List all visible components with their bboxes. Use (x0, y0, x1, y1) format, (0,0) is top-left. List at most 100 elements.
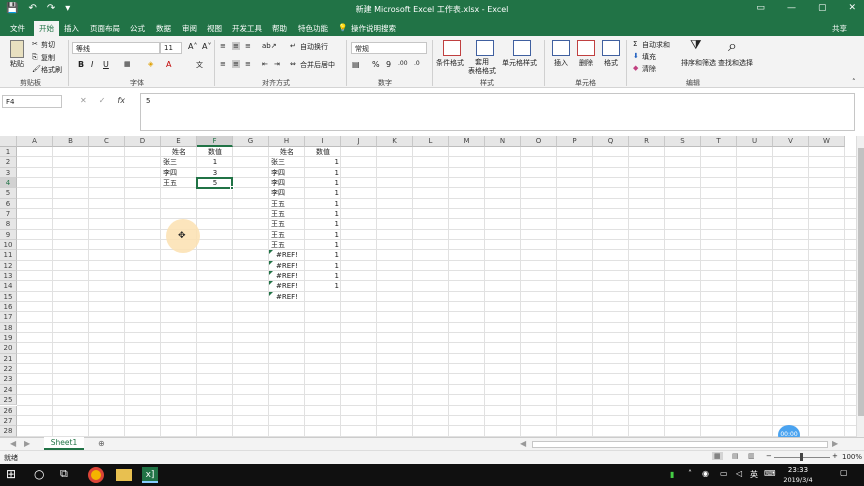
align-left-icon[interactable]: ≡ (220, 60, 226, 68)
delete-cells-icon[interactable] (577, 40, 595, 56)
column-header-k[interactable]: K (377, 136, 413, 147)
column-header-g[interactable]: G (233, 136, 269, 147)
row-header-9[interactable]: 9 (0, 229, 17, 241)
page-layout-view-icon[interactable]: ▤ (732, 452, 739, 460)
copy-icon[interactable]: ⎘ (32, 53, 38, 62)
comma-icon[interactable]: 9 (386, 60, 391, 69)
tab-data[interactable]: 数据 (156, 23, 171, 34)
fill-button[interactable]: 填充 (642, 52, 656, 62)
app-tray-icon[interactable]: ◉ (702, 469, 709, 478)
ime-mode-icon[interactable]: ⌨ (764, 469, 776, 478)
enter-icon[interactable]: ✓ (99, 96, 106, 105)
cell-i14[interactable]: 1 (307, 281, 339, 291)
clear-icon[interactable]: ◆ (633, 64, 638, 72)
task-view-icon[interactable]: ⧉ (60, 467, 76, 483)
format-as-table-button[interactable]: 套用 表格格式 (468, 58, 496, 76)
format-painter-button[interactable]: 格式刷 (41, 65, 62, 75)
merge-center-icon[interactable]: ⇔ (290, 60, 296, 68)
maximize-button[interactable]: ▢ (818, 3, 827, 13)
increase-font-icon[interactable]: A˄ (188, 42, 197, 51)
border-icon[interactable]: ▦ (124, 60, 131, 68)
cell-h9[interactable]: 王五 (271, 230, 303, 240)
row-header-7[interactable]: 7 (0, 209, 17, 220)
currency-icon[interactable]: ▤ (352, 60, 360, 69)
column-header-c[interactable]: C (89, 136, 125, 147)
cell-h13[interactable]: #REF! (271, 271, 303, 281)
cell-h15[interactable]: #REF! (271, 292, 303, 302)
cell-h14[interactable]: #REF! (271, 281, 303, 291)
vertical-scroll-thumb[interactable] (858, 148, 864, 416)
align-middle-icon[interactable]: ≡ (232, 42, 240, 50)
tab-page-layout[interactable]: 页面布局 (90, 23, 120, 34)
file-explorer-icon[interactable] (116, 469, 132, 481)
tray-expand-icon[interactable]: ˄ (688, 469, 692, 478)
format-as-table-icon[interactable] (476, 40, 494, 56)
increase-indent-icon[interactable]: ⇥ (274, 60, 280, 68)
worksheet-grid[interactable]: A B C D E F G H I J K L M N O P Q R S T U V W 1 2 3 4 5 6 7 8 9 10 11 12 13… (0, 136, 856, 437)
ime-indicator[interactable]: 英 (750, 469, 758, 480)
vertical-scrollbar[interactable] (856, 136, 864, 437)
cell-e2[interactable]: 张三 (163, 157, 195, 167)
tab-file[interactable]: 文件 (10, 23, 25, 34)
formula-input[interactable]: 5 (140, 93, 855, 131)
find-select-icon[interactable]: ⌕ (728, 36, 737, 56)
bold-button[interactable]: B (78, 60, 84, 69)
taskbar-time[interactable]: 23:33 (778, 466, 818, 474)
format-painter-icon[interactable]: 🖌 (32, 65, 41, 73)
collapse-ribbon-icon[interactable]: ˄ (852, 78, 856, 86)
error-indicator-icon[interactable] (269, 271, 273, 276)
row-header-25[interactable]: 25 (0, 395, 17, 406)
page-break-view-icon[interactable]: ▥ (748, 452, 755, 460)
error-indicator-icon[interactable] (269, 281, 273, 286)
underline-button[interactable]: U (103, 60, 109, 69)
cell-h12[interactable]: #REF! (271, 261, 303, 271)
format-cells-icon[interactable] (602, 40, 620, 56)
row-header-19[interactable]: 19 (0, 333, 17, 344)
cell-i11[interactable]: 1 (307, 250, 339, 260)
column-header-a[interactable]: A (17, 136, 53, 147)
cancel-icon[interactable]: ✕ (80, 96, 87, 105)
minimize-button[interactable]: — (787, 3, 796, 13)
row-header-6[interactable]: 6 (0, 198, 17, 210)
row-header-21[interactable]: 21 (0, 353, 17, 365)
column-header-e[interactable]: E (161, 136, 197, 147)
row-header-16[interactable]: 16 (0, 302, 17, 313)
volume-icon[interactable]: ◁ (736, 469, 742, 478)
cell-h7[interactable]: 王五 (271, 209, 303, 219)
column-header-s[interactable]: S (665, 136, 701, 147)
cell-e4[interactable]: 王五 (163, 178, 195, 188)
row-header-3[interactable]: 3 (0, 167, 17, 178)
tab-review[interactable]: 审阅 (182, 23, 197, 34)
row-header-14[interactable]: 14 (0, 281, 17, 292)
cell-h1[interactable]: 姓名 (271, 147, 303, 157)
delete-cells-button[interactable]: 删除 (579, 58, 593, 68)
fill-handle[interactable] (230, 186, 234, 191)
cell-h5[interactable]: 李四 (271, 188, 303, 198)
cell-i5[interactable]: 1 (307, 188, 339, 198)
align-center-icon[interactable]: ≡ (232, 60, 240, 68)
zoom-slider-thumb[interactable] (800, 453, 803, 461)
column-header-o[interactable]: O (521, 136, 557, 147)
insert-function-icon[interactable]: fx (117, 96, 125, 105)
decrease-decimal-icon[interactable]: .0 (414, 60, 420, 67)
tab-special[interactable]: 特色功能 (298, 23, 328, 34)
decrease-font-icon[interactable]: A˅ (202, 42, 211, 51)
cell-h2[interactable]: 张三 (271, 157, 303, 167)
cell-i8[interactable]: 1 (307, 219, 339, 229)
error-indicator-icon[interactable] (269, 291, 273, 296)
percent-icon[interactable]: % (372, 60, 380, 69)
excel-taskbar-icon[interactable]: x] (142, 467, 158, 483)
cell-h4[interactable]: 李四 (271, 178, 303, 188)
cell-i3[interactable]: 1 (307, 168, 339, 178)
cell-e1[interactable]: 姓名 (163, 147, 195, 157)
windows-start-icon[interactable]: ⊞ (6, 467, 22, 483)
column-header-u[interactable]: U (737, 136, 773, 147)
insert-cells-button[interactable]: 插入 (554, 58, 568, 68)
cell-i13[interactable]: 1 (307, 271, 339, 281)
tab-help[interactable]: 帮助 (272, 23, 287, 34)
row-header-24[interactable]: 24 (0, 384, 17, 396)
column-header-d[interactable]: D (125, 136, 161, 147)
tab-view[interactable]: 视图 (207, 23, 222, 34)
cell-i10[interactable]: 1 (307, 240, 339, 250)
cell-h11[interactable]: #REF! (271, 250, 303, 260)
